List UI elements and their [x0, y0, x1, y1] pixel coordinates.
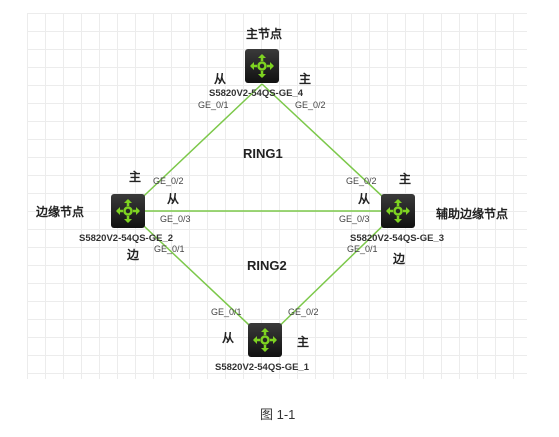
link-left-bottom [127, 210, 266, 341]
port-label: GE_0/1 [211, 307, 242, 317]
port-tag: 边 [127, 248, 140, 262]
port-label: GE_0/2 [153, 176, 184, 186]
port-label: GE_0/2 [295, 100, 326, 110]
node-name: S5820V2-54QS-GE_3 [350, 233, 445, 244]
node-role: 辅助边缘节点 [436, 207, 509, 221]
switch-icon [116, 199, 140, 223]
port-tag: 主 [297, 335, 310, 349]
ring-label: RING1 [243, 146, 283, 161]
port-label: GE_0/2 [288, 307, 319, 317]
port-tag: 主 [129, 170, 142, 184]
switch-icon [250, 54, 274, 78]
switch-top[interactable] [245, 49, 279, 83]
port-tag: 主 [299, 72, 312, 86]
ring-label: RING2 [247, 258, 287, 273]
switch-right[interactable] [381, 194, 415, 228]
link-right-bottom [264, 210, 399, 341]
port-label: GE_0/3 [339, 214, 370, 224]
port-tag: 从 [167, 192, 180, 206]
port-tag: 从 [358, 192, 371, 206]
port-tag: 边 [393, 252, 406, 266]
port-tag: 主 [399, 172, 412, 186]
node-name: S5820V2-54QS-GE_4 [209, 88, 304, 99]
node-role: 主节点 [246, 27, 283, 41]
port-tag: 从 [214, 72, 227, 86]
link-top-left [127, 83, 263, 212]
node-name: S5820V2-54QS-GE_2 [79, 233, 174, 244]
port-label: GE_0/2 [346, 176, 377, 186]
figure-caption: 图 1-1 [260, 407, 296, 422]
switch-icon [386, 199, 410, 223]
switch-icon [253, 328, 277, 352]
node-name: S5820V2-54QS-GE_1 [215, 362, 310, 373]
port-label: GE_0/1 [154, 244, 185, 254]
switch-left[interactable] [111, 194, 145, 228]
port-label: GE_0/1 [198, 100, 229, 110]
switch-bottom[interactable] [248, 323, 282, 357]
port-label: GE_0/1 [347, 244, 378, 254]
port-tag: 从 [222, 331, 235, 345]
port-label: GE_0/3 [160, 214, 191, 224]
node-role: 边缘节点 [36, 205, 85, 219]
